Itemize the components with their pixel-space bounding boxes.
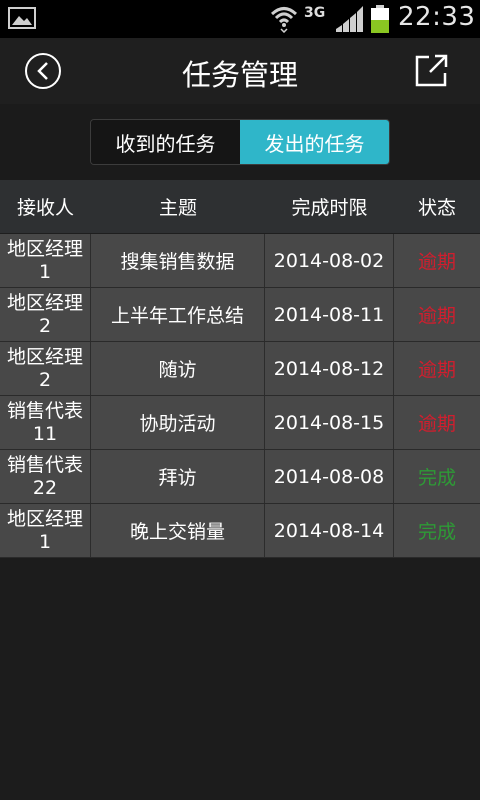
share-icon[interactable]: [415, 53, 449, 87]
gallery-notification-icon: [8, 7, 36, 29]
cell-deadline: 2014-08-02: [265, 234, 394, 287]
cell-subject: 随访: [91, 342, 265, 395]
table-row[interactable]: 地区经理2 随访 2014-08-12 逾期: [0, 342, 480, 396]
clock-time: 22:33: [398, 2, 476, 32]
segmented-control: 收到的任务 发出的任务: [90, 119, 390, 165]
cell-subject: 协助活动: [91, 396, 265, 449]
cell-subject: 搜集销售数据: [91, 234, 265, 287]
table-header: 接收人 主题 完成时限 状态: [0, 180, 480, 234]
cell-status: 逾期: [417, 251, 456, 273]
cell-status: 逾期: [417, 359, 456, 381]
column-header-receiver: 接收人: [16, 197, 74, 219]
wifi-icon: [270, 7, 298, 33]
table-row[interactable]: 地区经理1 搜集销售数据 2014-08-02 逾期: [0, 234, 480, 288]
cell-subject: 晚上交销量: [91, 504, 265, 557]
cell-deadline: 2014-08-08: [265, 450, 394, 503]
status-bar: 3G 22:33: [0, 0, 480, 38]
cell-receiver: 销售代表11: [0, 396, 91, 449]
cell-status: 完成: [417, 467, 456, 489]
tabs-area: 收到的任务 发出的任务: [0, 104, 480, 180]
table-row[interactable]: 地区经理1 晚上交销量 2014-08-14 完成: [0, 504, 480, 558]
cell-status: 逾期: [417, 305, 456, 327]
page-title: 任务管理: [181, 58, 298, 92]
battery-icon: [371, 5, 389, 33]
cell-deadline: 2014-08-14: [265, 504, 394, 557]
column-header-deadline: 完成时限: [291, 197, 368, 219]
signal-strength-icon: [336, 6, 363, 32]
cell-subject: 上半年工作总结: [91, 288, 265, 341]
cell-deadline: 2014-08-11: [265, 288, 394, 341]
cell-receiver: 地区经理2: [0, 342, 91, 395]
cell-receiver: 地区经理1: [0, 504, 91, 557]
cell-deadline: 2014-08-12: [265, 342, 394, 395]
column-header-subject: 主题: [158, 197, 197, 219]
cell-subject: 拜访: [91, 450, 265, 503]
cell-receiver: 地区经理2: [0, 288, 91, 341]
network-type-label: 3G: [304, 5, 326, 21]
cell-deadline: 2014-08-15: [265, 396, 394, 449]
tab-received-tasks[interactable]: 收到的任务: [91, 120, 240, 164]
cell-receiver: 地区经理1: [0, 234, 91, 287]
column-header-status: 状态: [417, 197, 456, 219]
cell-receiver: 销售代表22: [0, 450, 91, 503]
title-bar: 任务管理: [0, 38, 480, 104]
cell-status: 完成: [417, 521, 456, 543]
cell-status: 逾期: [417, 413, 456, 435]
tab-sent-tasks[interactable]: 发出的任务: [240, 120, 389, 164]
table-row[interactable]: 销售代表22 拜访 2014-08-08 完成: [0, 450, 480, 504]
table-row[interactable]: 地区经理2 上半年工作总结 2014-08-11 逾期: [0, 288, 480, 342]
task-table: 接收人 主题 完成时限 状态 地区经理1 搜集销售数据 2014-08-02 逾…: [0, 180, 480, 558]
table-row[interactable]: 销售代表11 协助活动 2014-08-15 逾期: [0, 396, 480, 450]
